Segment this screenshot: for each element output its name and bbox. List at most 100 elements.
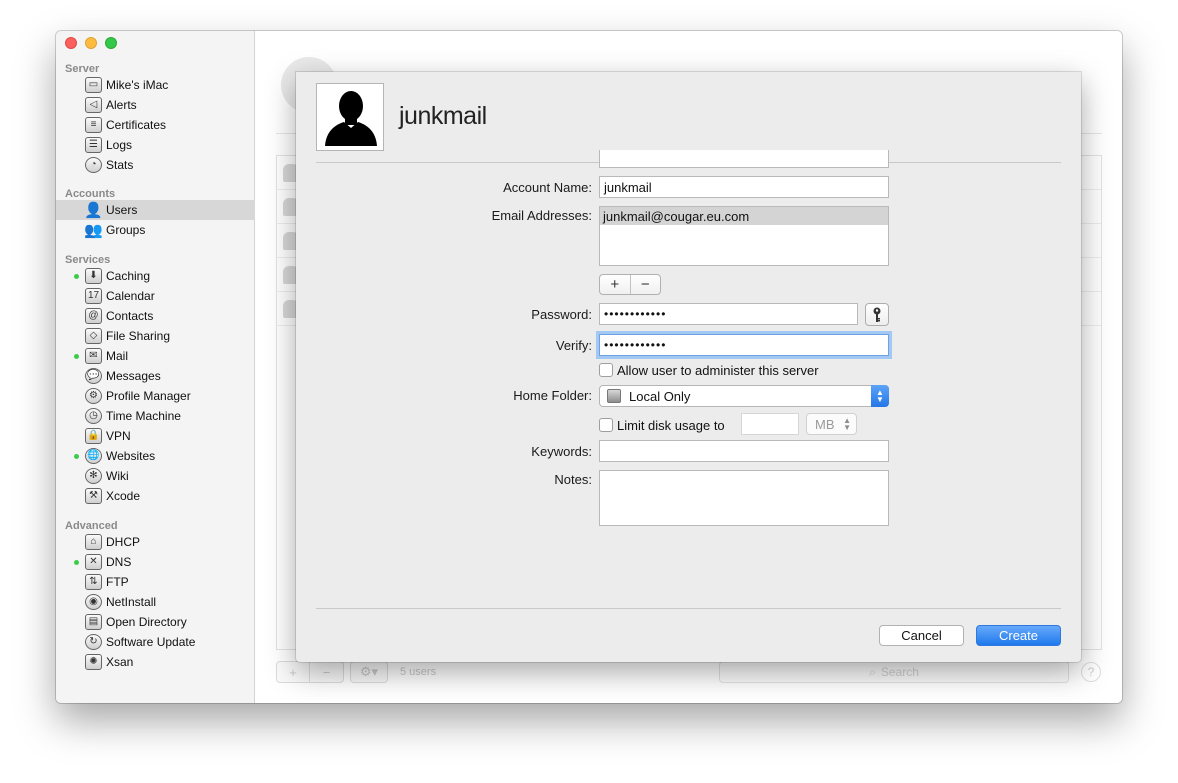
status-dot bbox=[74, 354, 79, 359]
search-placeholder: Search bbox=[880, 665, 919, 679]
email-addresses-list[interactable]: junkmail@cougar.eu.com bbox=[599, 206, 889, 266]
disk-unit-select[interactable]: MB ▲ ▼ bbox=[806, 413, 857, 435]
calendar-icon: 17 bbox=[85, 288, 102, 304]
software-update-icon: ↻ bbox=[85, 634, 102, 650]
email-add-remove: + − bbox=[599, 274, 661, 295]
sidebar-item-label: File Sharing bbox=[106, 329, 171, 343]
account-name-label: Account Name: bbox=[503, 180, 592, 195]
create-button[interactable]: Create bbox=[976, 625, 1061, 646]
limit-disk-checkbox[interactable] bbox=[599, 418, 613, 432]
sidebar-item-label: Alerts bbox=[106, 98, 137, 112]
keywords-field[interactable] bbox=[599, 440, 889, 462]
sidebar-item-websites[interactable]: 🌐 Websites bbox=[56, 446, 255, 466]
close-button[interactable] bbox=[65, 37, 77, 49]
sidebar-item-profile-manager[interactable]: ⚙ Profile Manager bbox=[56, 386, 255, 406]
user-avatar[interactable] bbox=[316, 83, 384, 151]
add-email-button[interactable]: + bbox=[600, 275, 630, 294]
remove-email-button[interactable]: − bbox=[629, 275, 661, 294]
sidebar-item-label: Logs bbox=[106, 138, 133, 152]
sidebar-item-vpn[interactable]: 🔒 VPN bbox=[56, 426, 255, 446]
netinstall-icon: ◉ bbox=[85, 594, 102, 610]
new-user-sheet: junkmail Account Name: junkmail Email Ad… bbox=[296, 72, 1081, 662]
file-sharing-icon: ◇ bbox=[85, 328, 102, 344]
sidebar-item-xsan[interactable]: ✺ Xsan bbox=[56, 652, 255, 672]
add-user-button[interactable]: + bbox=[276, 661, 310, 683]
keywords-label: Keywords: bbox=[531, 444, 592, 459]
sidebar-item-dhcp[interactable]: ⌂ DHCP bbox=[56, 532, 255, 552]
verify-field[interactable]: •••••••••••• bbox=[599, 334, 889, 356]
sidebar-item-netinstall[interactable]: ◉ NetInstall bbox=[56, 592, 255, 612]
administer-checkbox[interactable] bbox=[599, 363, 613, 377]
sheet-title: junkmail bbox=[399, 102, 487, 130]
sidebar-item-label: Contacts bbox=[106, 309, 154, 323]
sidebar-item-label: Time Machine bbox=[106, 409, 181, 423]
sidebar-item-contacts[interactable]: @ Contacts bbox=[56, 306, 255, 326]
cancel-button[interactable]: Cancel bbox=[879, 625, 964, 646]
sidebar-item-caching[interactable]: ⬇ Caching bbox=[56, 266, 255, 286]
sidebar-item-label: DHCP bbox=[106, 535, 141, 549]
sidebar-item-ftp[interactable]: ⇅ FTP bbox=[56, 572, 255, 592]
sidebar-item-mike-s-imac[interactable]: ▭ Mike's iMac bbox=[56, 75, 255, 95]
sidebar-item-label: Xsan bbox=[106, 655, 134, 669]
disk-icon bbox=[607, 389, 621, 403]
zoom-button[interactable] bbox=[105, 37, 117, 49]
notes-field[interactable] bbox=[599, 470, 889, 526]
help-button[interactable]: ? bbox=[1081, 662, 1101, 682]
person-silhouette-icon bbox=[325, 91, 377, 146]
verify-label: Verify: bbox=[555, 338, 592, 353]
sidebar-item-users[interactable]: 👤 Users bbox=[56, 200, 255, 220]
sidebar-item-label: Wiki bbox=[106, 469, 129, 483]
contacts-icon: @ bbox=[85, 308, 102, 324]
disk-limit-field[interactable] bbox=[741, 413, 799, 435]
sidebar-item-software-update[interactable]: ↻ Software Update bbox=[56, 632, 255, 652]
sidebar-item-time-machine[interactable]: ◷ Time Machine bbox=[56, 406, 255, 426]
password-assistant-button[interactable] bbox=[865, 303, 889, 326]
administer-checkbox-label: Allow user to administer this server bbox=[617, 363, 819, 378]
search-field[interactable]: ⌕ Search bbox=[719, 661, 1069, 683]
logs-icon: ☰ bbox=[85, 137, 102, 153]
sidebar-item-label: VPN bbox=[106, 429, 131, 443]
ftp-icon: ⇅ bbox=[85, 574, 102, 590]
notes-label: Notes: bbox=[554, 472, 592, 487]
sidebar-item-label: Caching bbox=[106, 269, 151, 283]
sidebar-item-label: Users bbox=[106, 203, 138, 217]
password-field[interactable]: •••••••••••• bbox=[599, 303, 858, 325]
globe-icon: 🌐 bbox=[85, 448, 102, 464]
open-directory-icon: ▤ bbox=[85, 614, 102, 630]
sidebar-item-label: Profile Manager bbox=[106, 389, 191, 403]
table-toolbar: + − ⚙▾ 5 users bbox=[276, 661, 436, 683]
sidebar-item-label: FTP bbox=[106, 575, 129, 589]
account-name-field[interactable]: junkmail bbox=[599, 176, 889, 198]
groups-icon: 👥 bbox=[84, 221, 103, 239]
sidebar-item-file-sharing[interactable]: ◇ File Sharing bbox=[56, 326, 255, 346]
minimize-button[interactable] bbox=[85, 37, 97, 49]
sidebar-item-label: Open Directory bbox=[106, 615, 187, 629]
list-item[interactable]: junkmail@cougar.eu.com bbox=[600, 207, 888, 225]
window-controls bbox=[65, 37, 117, 49]
home-folder-value: Local Only bbox=[629, 388, 691, 404]
gear-icon[interactable]: ⚙▾ bbox=[350, 661, 388, 683]
profile-manager-icon: ⚙ bbox=[85, 388, 102, 404]
sidebar-item-mail[interactable]: ✉ Mail bbox=[56, 346, 255, 366]
sidebar-item-dns[interactable]: ✕ DNS bbox=[56, 552, 255, 572]
sidebar-item-label: Groups bbox=[106, 223, 146, 237]
sidebar-item-xcode[interactable]: ⚒ Xcode bbox=[56, 486, 255, 506]
sidebar-item-groups[interactable]: 👥 Groups bbox=[56, 220, 255, 240]
vpn-lock-icon: 🔒 bbox=[85, 428, 102, 444]
home-folder-select[interactable]: Local Only ▲ ▼ bbox=[599, 385, 889, 407]
sidebar-item-open-directory[interactable]: ▤ Open Directory bbox=[56, 612, 255, 632]
key-icon bbox=[873, 307, 881, 322]
disk-unit-value: MB bbox=[815, 416, 835, 432]
time-machine-icon: ◷ bbox=[85, 408, 102, 424]
sidebar-item-certificates[interactable]: ≡ Certificates bbox=[56, 115, 255, 135]
sidebar-item-wiki[interactable]: ✻ Wiki bbox=[56, 466, 255, 486]
sidebar-item-logs[interactable]: ☰ Logs bbox=[56, 135, 255, 155]
sidebar-item-alerts[interactable]: ◁ Alerts bbox=[56, 95, 255, 115]
sidebar-item-label: Certificates bbox=[106, 118, 167, 132]
sidebar-item-calendar[interactable]: 17 Calendar bbox=[56, 286, 255, 306]
limit-disk-label: Limit disk usage to bbox=[617, 418, 725, 433]
sidebar-item-messages[interactable]: 💬 Messages bbox=[56, 366, 255, 386]
sidebar-item-label: NetInstall bbox=[106, 595, 157, 609]
remove-user-button[interactable]: − bbox=[310, 661, 344, 683]
sidebar-item-stats[interactable]: ◔ Stats bbox=[56, 155, 255, 175]
